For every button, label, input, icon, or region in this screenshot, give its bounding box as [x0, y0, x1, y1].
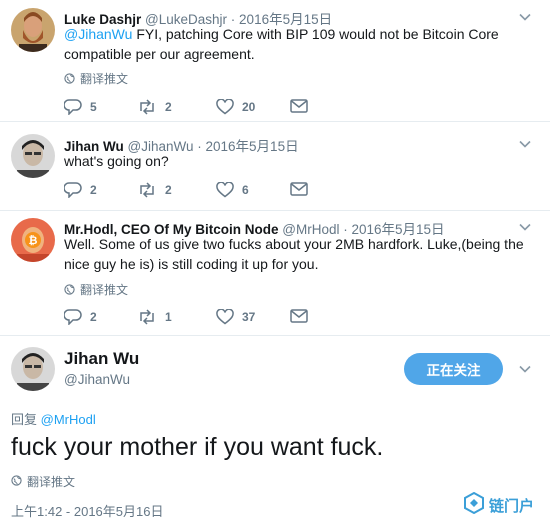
reply-button[interactable]: 2 [64, 182, 97, 198]
retweet-icon [137, 309, 157, 325]
translate-link[interactable]: 翻译推文 [11, 473, 75, 490]
reply-count: 2 [90, 310, 97, 324]
mention-link[interactable]: @MrHodl [41, 412, 96, 427]
reply-button[interactable]: 2 [64, 309, 97, 325]
translate-link[interactable]: 翻译推文 [64, 70, 128, 87]
divider [0, 335, 550, 336]
watermark-logo-icon [463, 491, 485, 519]
direct-message-button[interactable] [290, 182, 308, 196]
heart-icon [216, 182, 234, 198]
tweet-timestamp[interactable]: 上午1:42 - 2016年5月16日 [11, 501, 163, 520]
translate-label: 翻译推文 [27, 475, 76, 489]
chevron-down-icon[interactable] [518, 137, 532, 151]
like-count: 20 [242, 100, 256, 114]
reply-prefix: 回复 [11, 412, 38, 427]
mention-link[interactable]: @JihanWu [64, 26, 132, 42]
retweet-icon [137, 99, 157, 115]
reply-count: 2 [90, 183, 97, 197]
author-handle[interactable]: @JihanWu [64, 372, 130, 387]
translate-label: 翻译推文 [80, 72, 129, 86]
retweet-button[interactable]: 1 [137, 309, 172, 325]
chevron-down-icon[interactable] [518, 220, 532, 234]
reply-icon [64, 309, 82, 325]
retweet-button[interactable]: 2 [137, 99, 172, 115]
direct-message-button[interactable] [290, 309, 308, 323]
like-button[interactable]: 6 [216, 182, 249, 198]
envelope-icon [290, 182, 308, 196]
globe-icon [11, 474, 22, 489]
chevron-down-icon[interactable] [518, 362, 532, 376]
author-name[interactable]: Jihan Wu [64, 349, 139, 369]
svg-text:₿: ₿ [29, 234, 38, 247]
reply-button[interactable]: 5 [64, 99, 97, 115]
envelope-icon [290, 99, 308, 113]
tweet-jihan-wu[interactable]: Jihan Wu @JihanWu · 2016年5月15日 what's go… [0, 122, 550, 210]
heart-icon [216, 99, 234, 115]
chevron-down-icon[interactable] [518, 10, 532, 24]
avatar[interactable] [11, 134, 55, 178]
like-button[interactable]: 37 [216, 309, 255, 325]
retweet-count: 2 [165, 183, 172, 197]
tweet-text: what's going on? [64, 153, 169, 169]
retweet-count: 1 [165, 310, 172, 324]
retweet-button[interactable]: 2 [137, 182, 172, 198]
globe-icon [64, 284, 75, 295]
tweet-luke-dashjr[interactable]: Luke Dashjr @LukeDashjr · 2016年5月15日 @Ji… [0, 0, 550, 121]
following-button[interactable]: 正在关注 [404, 353, 503, 385]
retweet-count: 2 [165, 100, 172, 114]
tweet-mrhodl[interactable]: ₿ Mr.Hodl, CEO Of My Bitcoin Node @MrHod… [0, 211, 550, 335]
avatar[interactable] [11, 347, 55, 391]
avatar[interactable]: ₿ [11, 218, 55, 262]
tweet-text: @JihanWu FYI, patching Core with BIP 109… [64, 26, 499, 62]
reply-icon [64, 182, 82, 198]
like-button[interactable]: 20 [216, 99, 255, 115]
watermark: 链门户 [463, 491, 535, 519]
retweet-icon [137, 182, 157, 198]
like-count: 37 [242, 310, 256, 324]
reply-count: 5 [90, 100, 97, 114]
replying-to: 回复 @MrHodl [11, 409, 96, 428]
reply-icon [64, 99, 82, 115]
translate-label: 翻译推文 [80, 283, 129, 297]
tweet-text: Well. Some of us give two fucks about yo… [64, 236, 524, 272]
tweet-text: fuck your mother if you want fuck. [11, 433, 384, 461]
heart-icon [216, 309, 234, 325]
globe-icon [64, 73, 75, 84]
avatar[interactable] [11, 8, 55, 52]
translate-link[interactable]: 翻译推文 [64, 281, 128, 298]
watermark-text: 链门户 [489, 497, 535, 515]
like-count: 6 [242, 183, 249, 197]
direct-message-button[interactable] [290, 99, 308, 113]
envelope-icon [290, 309, 308, 323]
